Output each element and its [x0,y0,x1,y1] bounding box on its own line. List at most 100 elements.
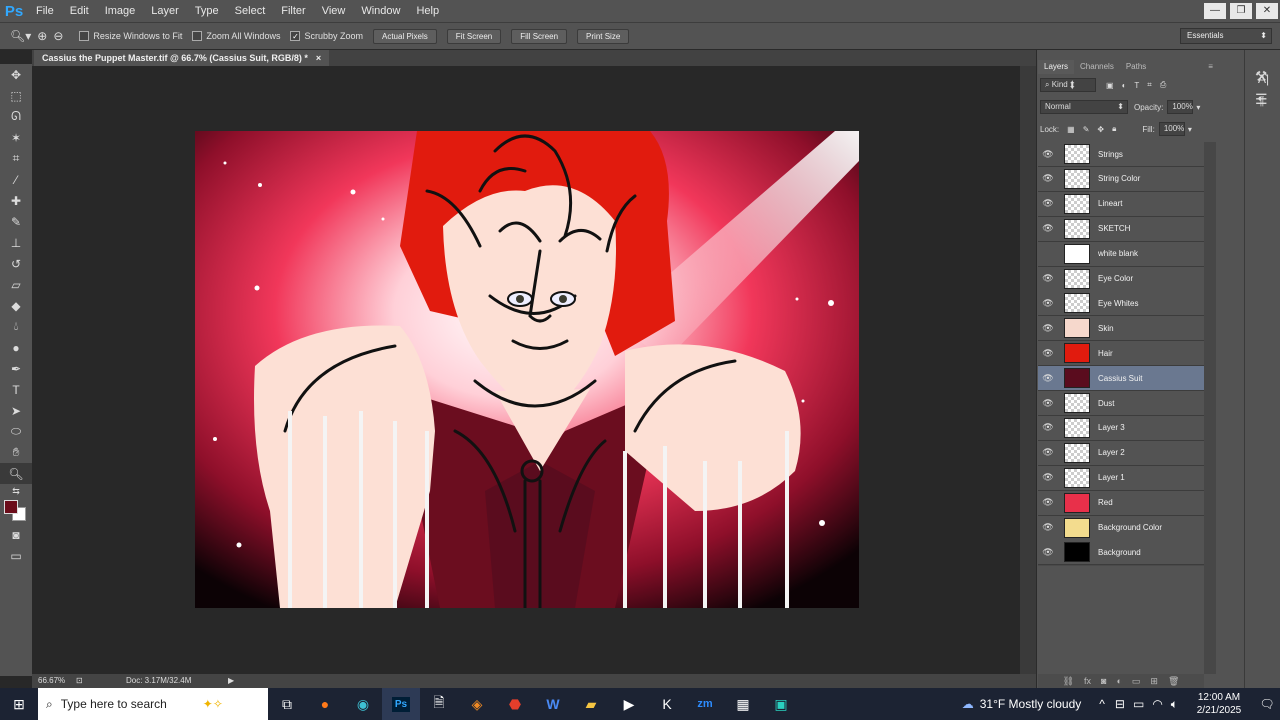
document-tab[interactable]: Cassius the Puppet Master.tif @ 66.7% (C… [34,50,330,66]
crop-tool-icon[interactable]: ⌗ [0,148,32,169]
lock-all-icon[interactable]: 🔒︎ [1112,124,1116,134]
layer-row[interactable]: 👁︎ Layer 2 [1038,440,1204,466]
teal-app-icon[interactable]: ▣ [762,688,800,720]
clock[interactable]: 12:00 AM 2/21/2025 [1184,691,1254,717]
file-explorer-icon[interactable]: ▰ [572,688,610,720]
tab-channels[interactable]: Channels [1074,60,1120,74]
filter-adjust-icon[interactable]: ◐ [1122,81,1127,90]
zoom-level[interactable]: 66.67% [38,674,65,688]
layer-row[interactable]: 👁︎ Background [1038,540,1204,566]
weather-text[interactable]: 31°F Mostly cloudy [980,697,1082,711]
lock-transparent-icon[interactable]: ▦ [1067,125,1075,134]
zoom-in-icon[interactable]: ⊕ [37,29,47,43]
quick-mask-icon[interactable]: ◙ [0,524,32,545]
paint-bucket-icon[interactable]: ◆ [0,295,32,316]
menu-filter[interactable]: Filter [273,0,313,22]
dodge-tool-icon[interactable]: ● [0,337,32,358]
opacity-dropdown-icon[interactable]: ▾ [1196,103,1200,112]
pen-tool-icon[interactable]: ✒ [0,358,32,379]
shape-tool-icon[interactable]: ⬭ [0,421,32,442]
visibility-eye-icon[interactable]: 👁︎ [1038,547,1058,558]
visibility-eye-icon[interactable]: 👁︎ [1038,497,1058,508]
blur-tool-icon[interactable]: 💧︎ [0,316,32,337]
layer-row[interactable]: 👁︎ Eye Whites [1038,291,1204,317]
filter-smart-icon[interactable]: ⎙ [1160,80,1166,90]
eraser-tool-icon[interactable]: ▱ [0,274,32,295]
visibility-eye-icon[interactable]: 👁︎ [1038,422,1058,433]
fill-input[interactable]: 100% [1158,122,1185,136]
visibility-eye-icon[interactable]: 👁︎ [1038,447,1058,458]
visibility-eye-icon[interactable]: 👁︎ [1038,522,1058,533]
layer-row[interactable]: 👁︎ Cassius Suit [1038,366,1204,392]
tab-paths[interactable]: Paths [1120,60,1152,74]
menu-type[interactable]: Type [187,0,227,22]
visibility-eye-icon[interactable]: 👁︎ [1038,398,1058,409]
print-size-button[interactable]: Print Size [577,28,630,44]
healing-brush-icon[interactable]: ✚ [0,190,32,211]
tab-layers[interactable]: Layers [1038,60,1075,74]
scrubby-zoom-checkbox[interactable]: ✓ Scrubby Zoom [290,31,363,41]
foreground-color-swatch[interactable] [4,500,18,514]
file-manager-icon[interactable]: 🗎 [420,688,458,720]
visibility-eye-icon[interactable]: 👁︎ [1038,348,1058,359]
stamp-tool-icon[interactable]: ⊥ [0,232,32,253]
visibility-eye-icon[interactable]: 👁︎ [1038,298,1058,309]
task-view-icon[interactable]: ⧉ [268,688,306,720]
delete-layer-icon[interactable]: 🗑︎ [1168,676,1179,687]
calculator-icon[interactable]: ▦ [724,688,762,720]
character-panel-icon[interactable]: A| [1258,72,1269,86]
hand-tool-icon[interactable]: ✋︎ [0,442,32,463]
media-player-icon[interactable]: ▶ [610,688,648,720]
layer-row[interactable]: 👁︎ Red [1038,490,1204,516]
add-mask-icon[interactable]: ◙ [1101,676,1106,686]
opacity-input[interactable]: 100% [1167,100,1194,114]
lock-image-icon[interactable]: ✎ [1083,125,1090,134]
visibility-eye-icon[interactable]: 👁︎ [1038,273,1058,284]
link-layers-icon[interactable]: ⛓ [1063,676,1074,687]
layer-row[interactable]: 👁︎ Strings [1038,142,1204,167]
photoshop-taskbar-icon[interactable]: Ps [382,688,420,720]
visibility-eye-icon[interactable]: 👁︎ [1038,373,1058,384]
fill-screen-button[interactable]: Fill Screen [511,28,568,44]
layer-row[interactable]: 👁︎ Hair [1038,341,1204,367]
layer-row[interactable]: 👁︎ Layer 3 [1038,415,1204,441]
lasso-tool-icon[interactable]: ᘏ [0,106,32,127]
filter-pixel-icon[interactable]: ▣ [1106,81,1114,90]
menu-window[interactable]: Window [353,0,408,22]
path-select-icon[interactable]: ➤ [0,400,32,421]
layer-row[interactable]: 👁︎ Lineart [1038,191,1204,217]
visibility-eye-icon[interactable]: 👁︎ [1038,149,1058,160]
actual-pixels-button[interactable]: Actual Pixels [372,28,437,44]
menu-help[interactable]: Help [408,0,447,22]
layer-row[interactable]: white blank [1038,241,1204,267]
layer-row[interactable]: 👁︎ Skin [1038,316,1204,342]
menu-edit[interactable]: Edit [62,0,97,22]
artwork-canvas[interactable] [195,131,859,608]
edge-icon[interactable]: ◉ [344,688,382,720]
magic-wand-icon[interactable]: ✶ [0,127,32,148]
layer-row[interactable]: 👁︎ Dust [1038,391,1204,416]
notifications-icon[interactable]: 🗨︎ [1254,697,1280,711]
firefox-icon[interactable]: ● [306,688,344,720]
marquee-tool-icon[interactable]: ⬚ [0,85,32,106]
minimize-button[interactable]: — [1204,3,1226,19]
resize-windows-checkbox[interactable]: Resize Windows to Fit [79,31,182,41]
fill-dropdown-icon[interactable]: ▾ [1188,125,1192,134]
zoom-out-icon[interactable]: ⊖ [53,29,63,43]
vertical-scrollbar[interactable] [1020,66,1036,674]
zoom-all-windows-checkbox[interactable]: Zoom All Windows [192,31,280,41]
brush-tool-icon[interactable]: ✎ [0,211,32,232]
paragraph-panel-icon[interactable]: ¶ [1258,94,1264,108]
panel-menu-icon[interactable]: ≡ [1202,60,1219,74]
visibility-eye-icon[interactable]: 👁︎ [1038,173,1058,184]
layer-style-icon[interactable]: fx [1084,676,1091,686]
layer-row[interactable]: 👁︎ Background Color [1038,515,1204,541]
word-icon[interactable]: W [534,688,572,720]
magnifier-icon[interactable]: 🔍︎▾ [10,29,31,43]
workspace-select[interactable]: Essentials ⬍ [1180,28,1272,44]
history-brush-icon[interactable]: ↺ [0,253,32,274]
blend-mode-select[interactable]: Normal ⬍ [1040,100,1128,114]
move-tool-icon[interactable]: ✥ [0,64,32,85]
tray-chevron-icon[interactable]: ^ [1099,697,1105,711]
color-swatches[interactable] [0,498,32,524]
